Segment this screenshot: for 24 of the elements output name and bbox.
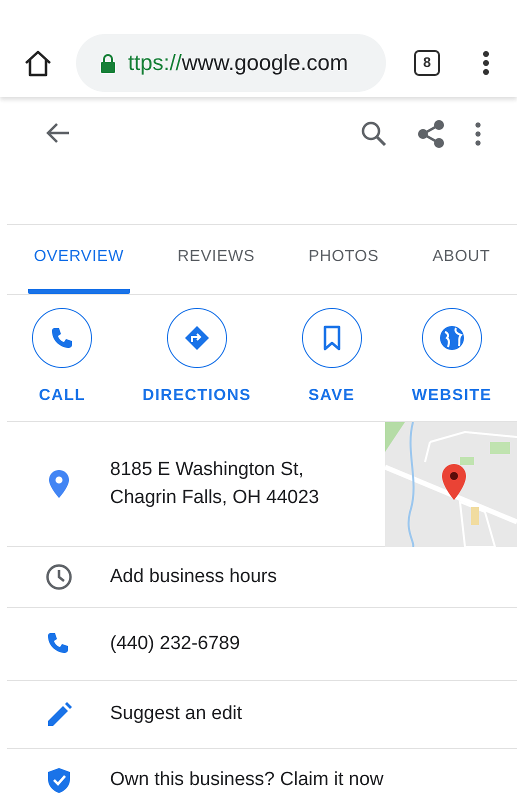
address-bar[interactable]: ttps://www.google.com xyxy=(76,34,386,92)
tab[interactable]: OVERVIEW xyxy=(28,225,130,294)
list-item-text[interactable]: (440) 232-6789 xyxy=(110,630,240,658)
share-icon[interactable] xyxy=(417,119,445,149)
home-icon[interactable] xyxy=(23,48,53,76)
list-item-text[interactable]: Add business hours xyxy=(110,562,277,592)
globe-icon xyxy=(438,325,465,351)
tab[interactable]: ABOUT xyxy=(426,225,496,294)
directions-icon xyxy=(184,325,210,351)
back-icon[interactable] xyxy=(45,121,71,145)
more-icon[interactable] xyxy=(475,122,481,146)
address-text: 8185 E Washington St, Chagrin Falls, OH 44023 xyxy=(110,458,320,510)
location-pin-icon xyxy=(48,470,68,498)
tab[interactable]: PHOTOS xyxy=(302,225,385,294)
list-item-text[interactable]: Suggest an edit xyxy=(110,700,242,729)
search-icon[interactable] xyxy=(361,121,387,147)
list-item-text[interactable]: Own this business? Claim it now xyxy=(110,766,384,794)
clock-icon xyxy=(44,563,72,591)
tab[interactable]: REVIEWS xyxy=(172,225,261,294)
tab-count-button[interactable]: 8 xyxy=(414,50,440,76)
lock-icon xyxy=(100,52,116,72)
more-icon[interactable] xyxy=(482,50,490,76)
action-button[interactable]: DIRECTIONS xyxy=(142,308,252,408)
action-button[interactable]: WEBSITE xyxy=(412,308,492,408)
